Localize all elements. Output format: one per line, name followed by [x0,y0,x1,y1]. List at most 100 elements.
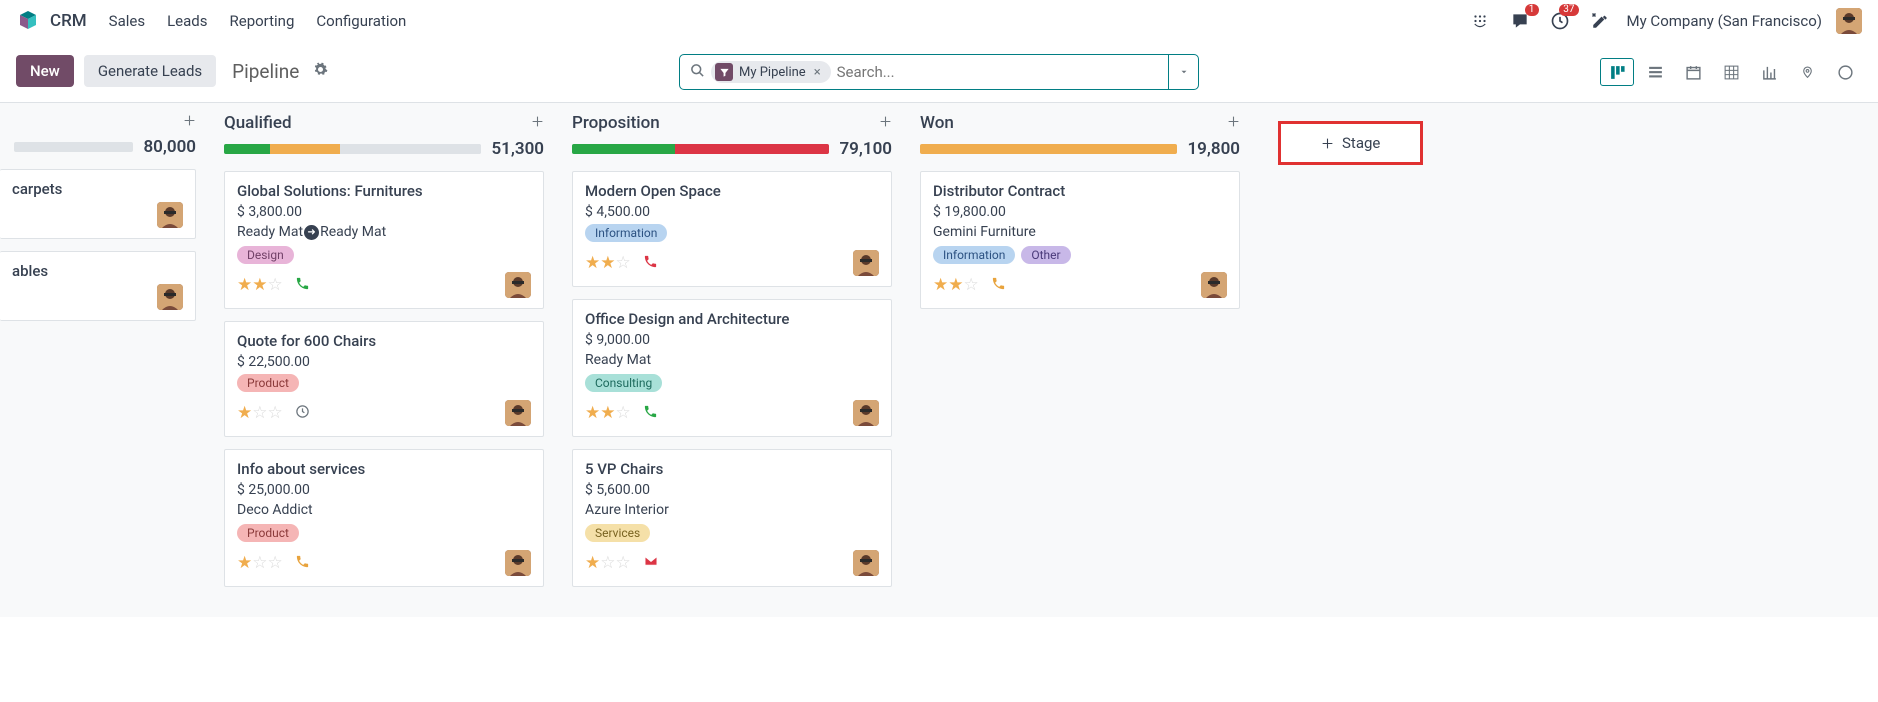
column-add-icon[interactable] [531,114,544,132]
filter-chip-my-pipeline[interactable]: My Pipeline × [711,61,831,83]
kanban-card[interactable]: Distributor Contract$ 19,800.00Gemini Fu… [920,171,1240,309]
activity-icon[interactable] [643,554,659,572]
column-add-icon[interactable] [183,113,196,131]
activity-icon[interactable] [295,404,310,423]
kanban-card[interactable]: Info about services$ 25,000.00Deco Addic… [224,449,544,587]
star-icon[interactable]: ☆ [964,275,979,295]
assignee-avatar[interactable] [1201,272,1227,298]
generate-leads-button[interactable]: Generate Leads [84,55,216,87]
view-list[interactable] [1638,58,1672,86]
star-icon[interactable]: ☆ [600,553,615,573]
nav-configuration[interactable]: Configuration [316,12,406,30]
tag[interactable]: Product [237,374,299,392]
assignee-avatar[interactable] [505,400,531,426]
add-stage-button[interactable]: Stage [1278,121,1423,165]
kanban-card[interactable]: Quote for 600 Chairs$ 22,500.00Product★☆… [224,321,544,437]
search-input[interactable] [837,63,1162,81]
view-map[interactable] [1790,58,1824,86]
tag[interactable]: Other [1021,246,1070,264]
search-dropdown[interactable] [1168,55,1198,89]
star-icon[interactable]: ☆ [268,403,283,423]
priority-stars[interactable]: ★☆☆ [237,553,283,573]
nav-reporting[interactable]: Reporting [230,12,295,30]
star-icon[interactable]: ☆ [616,253,631,273]
star-icon[interactable]: ★ [237,553,252,573]
view-calendar[interactable] [1676,58,1710,86]
star-icon[interactable]: ★ [585,553,600,573]
company-switcher[interactable]: My Company (San Francisco) [1627,12,1822,30]
star-icon[interactable]: ★ [600,253,615,273]
kanban-card[interactable]: ables [0,251,196,321]
star-icon[interactable]: ☆ [616,403,631,423]
priority-stars[interactable]: ★☆☆ [585,553,631,573]
assignee-avatar[interactable] [157,284,183,310]
star-icon[interactable]: ★ [600,403,615,423]
user-avatar[interactable] [1836,8,1862,34]
kanban-card[interactable]: Office Design and Architecture$ 9,000.00… [572,299,892,437]
star-icon[interactable]: ★ [252,275,267,295]
tag[interactable]: Consulting [585,374,662,392]
card-amount: $ 4,500.00 [585,204,879,220]
tag[interactable]: Information [933,246,1015,264]
kanban-card[interactable]: carpets [0,169,196,239]
activity-icon[interactable] [295,276,310,295]
kanban-card[interactable]: 5 VP Chairs$ 5,600.00Azure InteriorServi… [572,449,892,587]
app-logo-icon[interactable] [16,9,40,33]
star-icon[interactable]: ★ [237,275,252,295]
assignee-avatar[interactable] [505,272,531,298]
star-icon[interactable]: ★ [948,275,963,295]
column-add-icon[interactable] [1227,114,1240,132]
tag[interactable]: Services [585,524,650,542]
app-title[interactable]: CRM [50,11,87,31]
priority-stars[interactable]: ★★☆ [933,275,979,295]
tag[interactable]: Product [237,524,299,542]
kanban-card[interactable]: Modern Open Space$ 4,500.00Information★★… [572,171,892,287]
dialpad-icon[interactable] [1467,8,1493,34]
activity-icon[interactable] [643,404,658,423]
view-pivot[interactable] [1714,58,1748,86]
star-icon[interactable]: ★ [933,275,948,295]
nav-sales[interactable]: Sales [109,12,145,30]
activity-icon[interactable] [295,554,310,573]
star-icon[interactable]: ★ [237,403,252,423]
star-icon[interactable]: ★ [585,253,600,273]
assignee-avatar[interactable] [157,202,183,228]
card-tags: Services [585,524,879,542]
column-add-icon[interactable] [879,114,892,132]
control-bar: New Generate Leads Pipeline My Pipeline … [0,42,1878,102]
star-icon[interactable]: ☆ [252,403,267,423]
column-title[interactable]: Qualified [224,113,292,133]
activity-icon[interactable] [991,276,1006,295]
priority-stars[interactable]: ★☆☆ [237,403,283,423]
assignee-avatar[interactable] [505,550,531,576]
card-amount: $ 19,800.00 [933,204,1227,220]
assignee-avatar[interactable] [853,250,879,276]
view-activity[interactable] [1828,58,1862,86]
priority-stars[interactable]: ★★☆ [237,275,283,295]
star-icon[interactable]: ☆ [268,275,283,295]
messages-icon[interactable]: 1 [1507,8,1533,34]
star-icon[interactable]: ☆ [252,553,267,573]
activities-icon[interactable]: 37 [1547,8,1573,34]
debug-icon[interactable] [1587,8,1613,34]
assignee-avatar[interactable] [853,550,879,576]
star-icon[interactable]: ☆ [616,553,631,573]
priority-stars[interactable]: ★★☆ [585,253,631,273]
kanban-card[interactable]: Global Solutions: Furnitures$ 3,800.00Re… [224,171,544,309]
column-title[interactable]: Won [920,113,954,133]
priority-stars[interactable]: ★★☆ [585,403,631,423]
assignee-avatar[interactable] [853,400,879,426]
view-graph[interactable] [1752,58,1786,86]
gear-icon[interactable] [313,62,328,81]
tag[interactable]: Design [237,246,294,264]
star-icon[interactable]: ☆ [268,553,283,573]
nav-leads[interactable]: Leads [167,12,207,30]
view-kanban[interactable] [1600,58,1634,86]
new-button[interactable]: New [16,55,74,87]
tag[interactable]: Information [585,224,667,242]
column-title[interactable]: Proposition [572,113,660,133]
filter-chip-remove[interactable]: × [812,65,823,80]
star-icon[interactable]: ★ [585,403,600,423]
activity-icon[interactable] [643,254,658,273]
card-amount: $ 5,600.00 [585,482,879,498]
